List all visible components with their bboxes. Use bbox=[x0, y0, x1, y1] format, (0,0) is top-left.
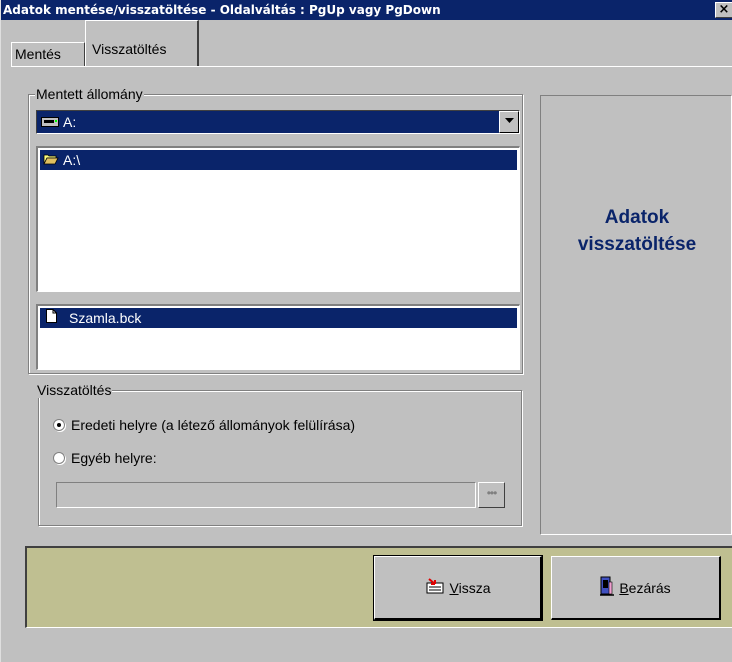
radio-original-location[interactable]: Eredeti helyre (a létező állományok felü… bbox=[53, 417, 355, 433]
close-button[interactable]: Bezárás bbox=[551, 556, 721, 620]
folder-list-item-label: A:\ bbox=[63, 152, 81, 168]
drive-select-value: A: bbox=[63, 114, 77, 130]
close-button-label: ezárás bbox=[628, 579, 671, 596]
back-button[interactable]: Vissza bbox=[373, 555, 543, 621]
tab-label: Mentés bbox=[15, 46, 61, 62]
tab-panel-border bbox=[11, 66, 732, 67]
back-arrow-icon bbox=[425, 578, 445, 597]
close-icon: × bbox=[718, 2, 730, 17]
file-icon bbox=[46, 308, 57, 328]
file-list-item[interactable]: Szamla.bck bbox=[40, 308, 517, 328]
tab-visszatoltes[interactable]: Visszatöltés bbox=[85, 20, 199, 66]
dialog-window: Adatok mentése/visszatöltése - Oldalvált… bbox=[0, 0, 732, 662]
folder-list-item[interactable]: A:\ bbox=[40, 150, 517, 170]
tab-mentes[interactable]: Mentés bbox=[11, 42, 85, 66]
side-panel-title-line2: visszatöltése bbox=[577, 234, 697, 255]
radio-button[interactable] bbox=[53, 452, 65, 464]
browse-button[interactable]: ••• bbox=[478, 482, 505, 508]
radio-label: Egyéb helyre: bbox=[71, 450, 157, 466]
browse-dots-icon: ••• bbox=[486, 486, 498, 500]
radio-other-location[interactable]: Egyéb helyre: bbox=[53, 450, 157, 466]
side-panel-title-line1: Adatok bbox=[604, 207, 670, 228]
drive-icon bbox=[41, 113, 59, 131]
folder-list[interactable]: A:\ bbox=[36, 146, 520, 292]
saved-file-legend: Mentett állomány bbox=[35, 86, 144, 102]
radio-button-checked[interactable] bbox=[53, 419, 65, 431]
back-button-mnemonic: V bbox=[449, 579, 459, 596]
window-title: Adatok mentése/visszatöltése - Oldalvált… bbox=[3, 3, 441, 17]
back-button-label: issza bbox=[458, 579, 491, 596]
title-bar[interactable]: Adatok mentése/visszatöltése - Oldalvált… bbox=[1, 0, 732, 20]
file-list[interactable]: Szamla.bck bbox=[36, 304, 520, 370]
dropdown-button[interactable] bbox=[499, 111, 519, 133]
side-panel: Adatok visszatöltése bbox=[540, 95, 732, 535]
target-path-input[interactable] bbox=[56, 482, 476, 508]
chevron-down-icon bbox=[504, 116, 514, 127]
door-exit-icon bbox=[600, 576, 615, 599]
tab-label: Visszatöltés bbox=[92, 41, 167, 57]
drive-select[interactable]: A: bbox=[36, 110, 520, 134]
open-folder-icon bbox=[43, 150, 59, 170]
close-button-mnemonic: B bbox=[619, 579, 629, 596]
file-list-item-label: Szamla.bck bbox=[69, 310, 142, 326]
radio-label: Eredeti helyre (a létező állományok felü… bbox=[71, 417, 356, 433]
restore-legend: Visszatöltés bbox=[36, 382, 113, 398]
close-window-button[interactable]: × bbox=[715, 2, 732, 18]
